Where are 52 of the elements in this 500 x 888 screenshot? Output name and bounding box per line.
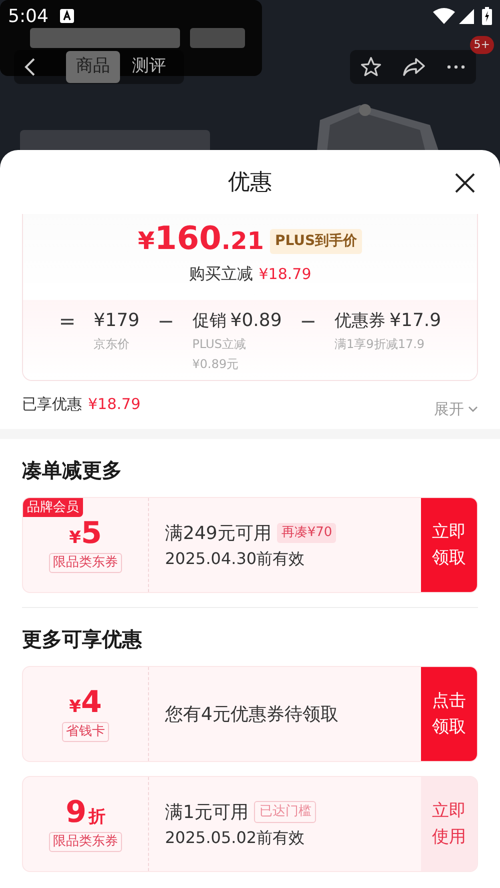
threshold-tag: 已达门槛 xyxy=(254,801,316,823)
coupon-validity: 2025.05.02前有效 xyxy=(165,826,306,848)
term-value: ¥0.89 xyxy=(230,309,282,333)
chevron-down-icon xyxy=(468,406,478,412)
term-note: PLUS立减 xyxy=(192,336,247,353)
final-price: ¥160.21 xyxy=(138,222,264,259)
claim-coupon-button[interactable]: 立即 领取 xyxy=(421,498,477,592)
enjoyed-label: 已享优惠 xyxy=(22,394,82,415)
close-icon[interactable] xyxy=(454,172,476,194)
use-coupon-button[interactable]: 立即 使用 xyxy=(421,777,477,871)
price-tag: PLUS到手价 xyxy=(270,228,362,254)
scope-tag: 限品类东券 xyxy=(49,832,122,852)
tab[interactable]: 测评 xyxy=(126,51,172,83)
term-label: 优惠券 xyxy=(334,310,386,333)
section-title: 凑单减更多 xyxy=(22,457,123,484)
coupon-condition: 满1元可用 xyxy=(165,800,248,824)
saving-value: ¥18.79 xyxy=(258,264,312,285)
term-label: 促销 xyxy=(192,310,226,333)
coupon-validity: 2025.04.30前有效 xyxy=(165,548,306,570)
signal-icon xyxy=(459,8,474,24)
scope-tag: 省钱卡 xyxy=(62,722,109,742)
term-note: 京东价 xyxy=(94,336,131,353)
operator-sign: = xyxy=(58,308,76,335)
battery-icon xyxy=(482,7,492,25)
operator-sign: − xyxy=(157,308,174,335)
sheet-title: 优惠 xyxy=(228,168,272,196)
member-tag: 品牌会员 xyxy=(23,498,83,517)
coupon-amount: 9 折 xyxy=(66,796,106,830)
back-icon[interactable] xyxy=(24,57,36,77)
saving-label: 购买立减 xyxy=(188,263,253,285)
coupon-amount: ¥4 xyxy=(69,686,102,720)
expand-link[interactable]: 展开 xyxy=(434,398,478,420)
enjoyed-value: ¥18.79 xyxy=(88,394,140,415)
status-time: 5:04 xyxy=(8,4,48,28)
notification-icon xyxy=(60,9,74,23)
coupon-condition: 您有4元优惠券待领取 xyxy=(165,702,338,726)
coupon-condition: 满249元可用 xyxy=(165,522,272,546)
share-icon[interactable] xyxy=(402,57,426,77)
scope-tag: 限品类东券 xyxy=(49,553,122,574)
tab[interactable]: 商品 xyxy=(66,51,120,83)
section-title: 更多可享优惠 xyxy=(22,626,143,653)
more-icon[interactable] xyxy=(446,64,466,70)
coupon-amount: ¥5 xyxy=(69,516,102,552)
term-value: ¥179 xyxy=(94,309,140,333)
star-icon[interactable] xyxy=(360,56,382,78)
claim-coupon-button[interactable]: 点击 领取 xyxy=(421,667,477,761)
threshold-tag: 再凑¥70 xyxy=(277,523,336,543)
term-note: 满1享9折减17.9 xyxy=(334,336,426,353)
term-note: ¥0.89元 xyxy=(192,356,240,373)
term-value: ¥17.9 xyxy=(390,309,442,333)
wifi-icon xyxy=(433,8,455,24)
operator-sign: − xyxy=(300,308,317,335)
